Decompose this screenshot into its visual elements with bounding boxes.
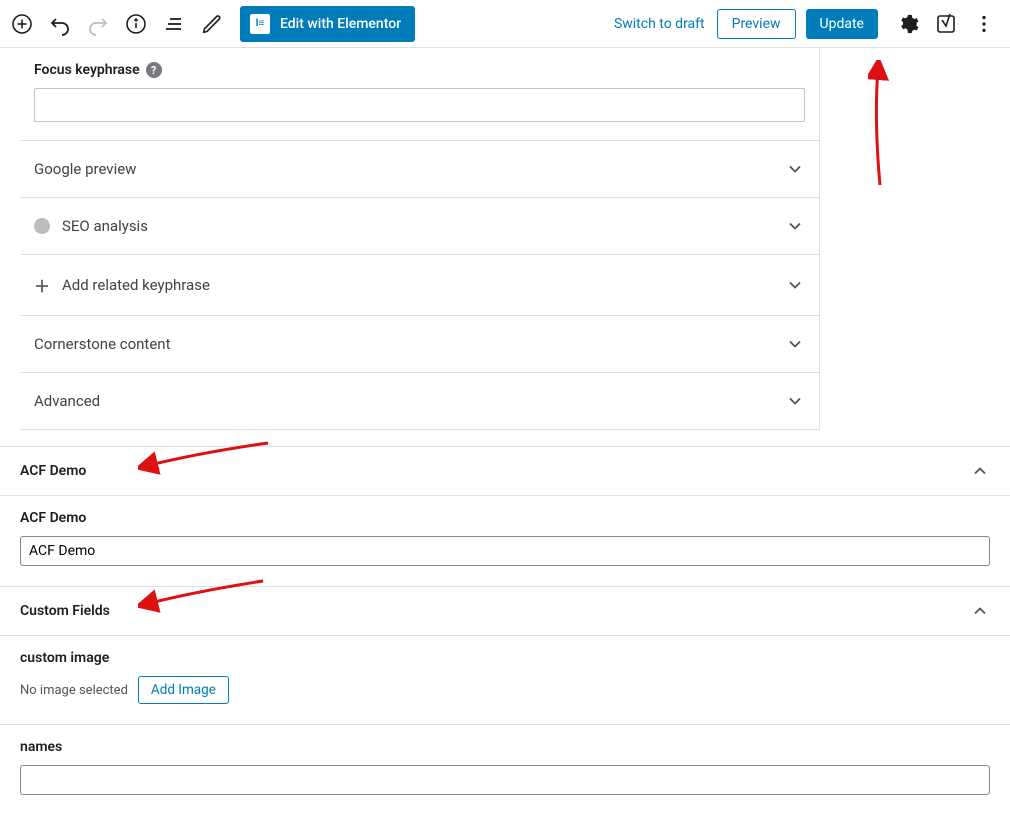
redo-button — [80, 6, 116, 42]
redo-icon — [86, 12, 110, 36]
focus-keyphrase-input[interactable] — [34, 88, 805, 122]
outline-button[interactable] — [156, 6, 192, 42]
names-label: names — [20, 739, 990, 755]
acf-demo-header[interactable]: ACF Demo — [0, 447, 1010, 496]
google-preview-accordion[interactable]: Google preview — [20, 141, 819, 198]
add-related-label: Add related keyphrase — [62, 276, 210, 294]
acf-demo-header-label: ACF Demo — [20, 463, 86, 479]
switch-to-draft-link[interactable]: Switch to draft — [614, 16, 705, 32]
elementor-button[interactable]: I≡ Edit with Elementor — [240, 6, 415, 42]
no-image-text: No image selected — [20, 683, 128, 698]
plus-circle-icon — [10, 12, 34, 36]
undo-button[interactable] — [42, 6, 78, 42]
google-preview-label: Google preview — [34, 160, 136, 178]
add-related-keyphrase-accordion[interactable]: ＋ Add related keyphrase — [20, 255, 819, 316]
info-icon — [124, 12, 148, 36]
yoast-icon — [934, 12, 958, 36]
chevron-down-icon — [785, 275, 805, 295]
gear-icon — [897, 13, 919, 35]
help-icon[interactable]: ? — [146, 62, 162, 78]
acf-demo-field-input[interactable] — [20, 536, 990, 566]
custom-image-body: custom image No image selected Add Image — [0, 636, 1010, 725]
kebab-icon — [973, 13, 995, 35]
add-block-button[interactable] — [4, 6, 40, 42]
update-button[interactable]: Update — [806, 9, 878, 39]
plus-icon: ＋ — [34, 273, 50, 297]
advanced-accordion[interactable]: Advanced — [20, 373, 819, 429]
yoast-seo-panel: Focus keyphrase ? Google preview SEO ana… — [20, 48, 820, 430]
seo-analysis-label: SEO analysis — [62, 217, 148, 235]
chevron-up-icon — [970, 601, 990, 621]
info-button[interactable] — [118, 6, 154, 42]
custom-image-label: custom image — [20, 650, 990, 666]
settings-button[interactable] — [890, 6, 926, 42]
add-image-button[interactable]: Add Image — [138, 676, 229, 704]
custom-fields-header[interactable]: Custom Fields — [0, 587, 1010, 636]
chevron-down-icon — [785, 334, 805, 354]
seo-analysis-accordion[interactable]: SEO analysis — [20, 198, 819, 255]
chevron-down-icon — [785, 391, 805, 411]
more-button[interactable] — [966, 6, 1002, 42]
seo-status-dot-icon — [34, 218, 50, 234]
chevron-down-icon — [785, 216, 805, 236]
elementor-label: Edit with Elementor — [280, 16, 401, 32]
yoast-button[interactable] — [928, 6, 964, 42]
acf-demo-body: ACF Demo — [0, 496, 1010, 587]
edit-button[interactable] — [194, 6, 230, 42]
focus-keyphrase-label: Focus keyphrase — [34, 62, 140, 78]
cornerstone-accordion[interactable]: Cornerstone content — [20, 316, 819, 373]
custom-fields-header-label: Custom Fields — [20, 603, 110, 619]
names-body: names — [0, 725, 1010, 815]
cornerstone-label: Cornerstone content — [34, 335, 170, 353]
undo-icon — [48, 12, 72, 36]
preview-button[interactable]: Preview — [717, 9, 796, 39]
elementor-icon: I≡ — [250, 14, 270, 34]
editor-toolbar: I≡ Edit with Elementor Switch to draft P… — [0, 0, 1010, 48]
advanced-label: Advanced — [34, 392, 100, 410]
acf-demo-field-label: ACF Demo — [20, 510, 990, 526]
pencil-icon — [201, 13, 223, 35]
chevron-down-icon — [785, 159, 805, 179]
list-icon — [162, 12, 186, 36]
chevron-up-icon — [970, 461, 990, 481]
names-input[interactable] — [20, 765, 990, 795]
